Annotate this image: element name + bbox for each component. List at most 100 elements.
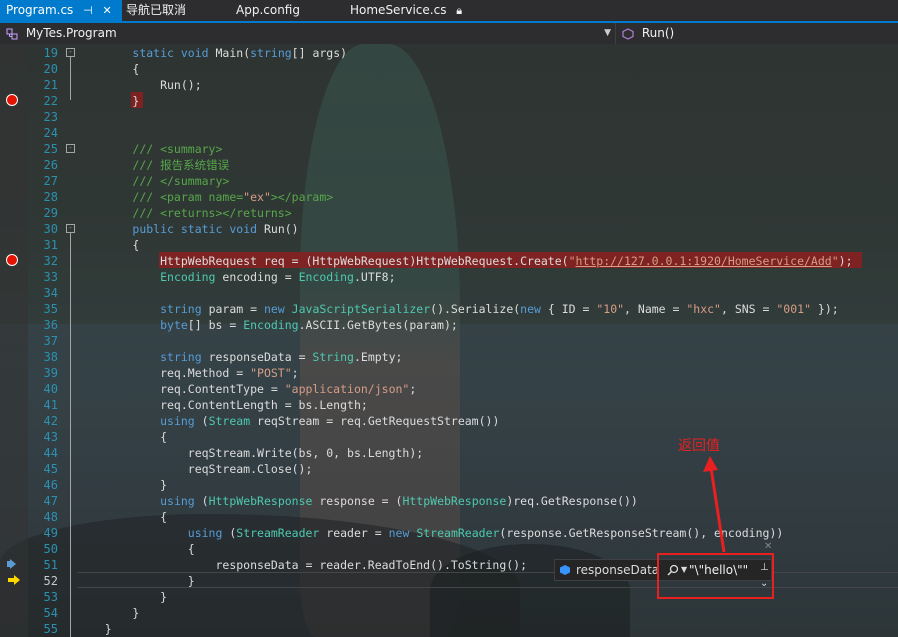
collapse-toggle-icon[interactable]: - [66, 144, 75, 153]
tab-app-config[interactable]: App.config [230, 0, 340, 21]
code-line[interactable]: req.Method = "POST"; [77, 365, 299, 381]
line-number: 27 [43, 174, 58, 188]
tab-navigation-canceled[interactable]: 导航已取消 [120, 0, 230, 21]
code-line[interactable]: Run(); [77, 77, 202, 93]
code-line[interactable]: HttpWebRequest req = (HttpWebRequest)Htt… [77, 253, 852, 269]
code-line[interactable]: responseData = reader.ReadToEnd().ToStri… [77, 557, 527, 573]
code-line[interactable]: } [77, 93, 139, 109]
class-selector-label: MyTes.Program [25, 26, 117, 40]
tab-label: HomeService.cs [350, 3, 447, 17]
line-number: 42 [43, 414, 58, 428]
code-line[interactable]: using (StreamReader reader = new StreamR… [77, 525, 784, 541]
chevron-down-icon: ▼ [604, 28, 611, 38]
code-line[interactable]: reqStream.Write(bs, 0, bs.Length); [77, 445, 423, 461]
member-selector-label: Run() [641, 26, 675, 40]
class-selector-dropdown[interactable]: MyTes.Program ▼ [0, 23, 615, 44]
code-line[interactable]: /// </summary> [77, 173, 229, 189]
line-number: 45 [43, 462, 58, 476]
close-icon[interactable]: ✕ [764, 541, 772, 552]
line-number: 37 [43, 334, 58, 348]
annotation-label: 返回值 [678, 438, 720, 454]
line-number: 41 [43, 398, 58, 412]
line-number: 36 [43, 318, 58, 332]
code-line[interactable]: } [77, 589, 167, 605]
outline-line [70, 232, 71, 637]
line-number: 55 [43, 622, 58, 636]
annotation-arrow [703, 456, 726, 553]
code-line[interactable]: public static void Run() [77, 221, 298, 237]
line-number-gutter: 19 20 21 22 23 24 25 26 27 28 29 30 31 32 33 34 35 36 37 38… [28, 44, 58, 637]
line-number: 46 [43, 478, 58, 492]
code-line[interactable]: /// <summary> [77, 141, 222, 157]
tab-label: App.config [236, 3, 300, 17]
member-selector-dropdown[interactable]: Run() [615, 23, 898, 44]
code-line[interactable]: using (HttpWebResponse response = (HttpW… [77, 493, 638, 509]
line-number: 39 [43, 366, 58, 380]
line-number: 26 [43, 158, 58, 172]
code-line[interactable]: Encoding encoding = Encoding.UTF8; [77, 269, 395, 285]
tab-homeservice-cs[interactable]: HomeService.cs 🔒︎ [344, 0, 464, 21]
line-number: 20 [43, 62, 58, 76]
breakpoint-icon[interactable] [6, 254, 18, 266]
close-icon[interactable]: ✕ [103, 0, 112, 21]
line-number: 30 [43, 222, 58, 236]
code-line[interactable]: static void Main(string[] args) [77, 45, 347, 61]
code-line[interactable]: string responseData = String.Empty; [77, 349, 402, 365]
line-number: 35 [43, 302, 58, 316]
code-line[interactable]: /// <param name="ex"></param> [77, 189, 333, 205]
line-number: 19 [43, 46, 58, 60]
line-number: 43 [43, 430, 58, 444]
variable-icon [560, 565, 570, 575]
document-tab-bar: Program.cs ⊣ ✕ 导航已取消 App.config HomeServ… [0, 0, 898, 23]
code-line[interactable]: /// <returns></returns> [77, 205, 291, 221]
code-editor[interactable]: 19 20 21 22 23 24 25 26 27 28 29 30 31 32 33 34 35 36 37 38… [0, 44, 898, 637]
tab-program-cs[interactable]: Program.cs ⊣ ✕ [0, 0, 122, 21]
line-number: 32 [43, 254, 58, 268]
breakpoint-icon[interactable] [6, 94, 18, 106]
line-number: 24 [43, 126, 58, 140]
tab-label: Program.cs [6, 3, 74, 17]
code-line[interactable]: } [77, 621, 112, 637]
line-number: 25 [43, 142, 58, 156]
pin-icon[interactable]: ⊣ [83, 0, 93, 21]
line-number: 51 [43, 558, 58, 572]
code-line[interactable]: } [77, 573, 195, 589]
code-line[interactable]: req.ContentType = "application/json"; [77, 381, 416, 397]
tab-label: 导航已取消 [126, 3, 187, 17]
code-line[interactable]: { [77, 509, 167, 525]
code-line[interactable]: } [77, 605, 139, 621]
lock-icon: 🔒︎ [456, 4, 463, 17]
line-number: 23 [43, 110, 58, 124]
outline-line [70, 56, 71, 100]
line-number: 52 [43, 574, 58, 588]
code-line[interactable]: string param = new JavaScriptSerializer(… [77, 301, 839, 317]
line-number: 54 [43, 606, 58, 620]
instruction-pointer-arrow-icon [8, 575, 20, 585]
line-number: 48 [43, 510, 58, 524]
code-line[interactable]: /// 报告系统错误 [77, 157, 229, 173]
code-line[interactable]: byte[] bs = Encoding.ASCII.GetBytes(para… [77, 317, 458, 333]
line-number: 21 [43, 78, 58, 92]
code-line[interactable]: { [77, 61, 139, 77]
code-line[interactable]: { [77, 237, 139, 253]
line-number: 38 [43, 350, 58, 364]
method-icon [622, 27, 634, 40]
breakpoint-margin[interactable] [0, 44, 28, 637]
annotation-highlight-box [657, 553, 774, 599]
code-text-area[interactable]: static void Main(string[] args) { Run();… [77, 44, 898, 637]
code-line[interactable]: } [77, 477, 167, 493]
code-line[interactable]: reqStream.Close(); [77, 461, 313, 477]
code-line[interactable]: req.ContentLength = bs.Length; [77, 397, 368, 413]
line-number: 28 [43, 190, 58, 204]
call-stack-return-arrow-icon [7, 559, 16, 569]
code-line[interactable]: using (Stream reqStream = req.GetRequest… [77, 413, 499, 429]
line-number: 53 [43, 590, 58, 604]
line-number: 44 [43, 446, 58, 460]
line-number: 22 [43, 94, 58, 108]
line-number: 31 [43, 238, 58, 252]
line-number: 49 [43, 526, 58, 540]
line-number: 40 [43, 382, 58, 396]
code-line[interactable]: { [77, 429, 167, 445]
code-line[interactable]: { [77, 541, 195, 557]
navigation-bar: MyTes.Program ▼ Run() [0, 23, 898, 45]
